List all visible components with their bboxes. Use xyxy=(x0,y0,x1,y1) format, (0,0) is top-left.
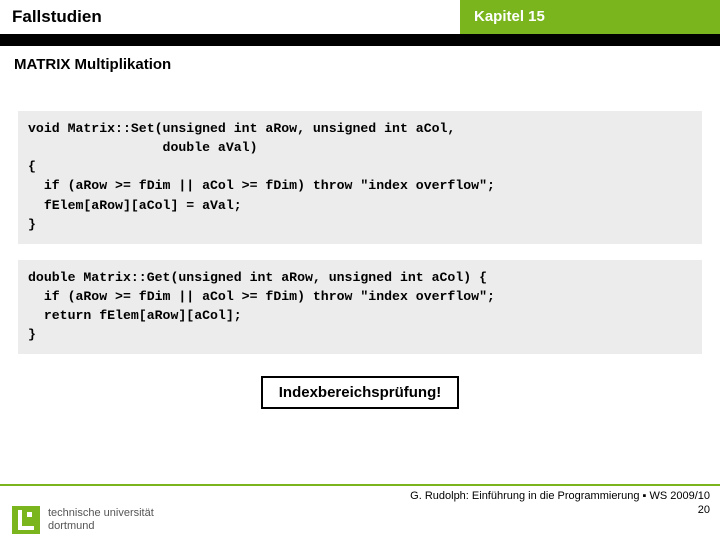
logo-text-line1: technische universität xyxy=(48,507,154,520)
callout-box: Indexbereichsprüfung! xyxy=(261,376,460,409)
code-block-set: void Matrix::Set(unsigned int aRow, unsi… xyxy=(18,111,702,244)
slide-footer: technische universität dortmund G. Rudol… xyxy=(0,484,720,540)
university-logo: technische universität dortmund xyxy=(12,506,154,534)
slide-content: void Matrix::Set(unsigned int aRow, unsi… xyxy=(0,73,720,540)
footer-page-number: 20 xyxy=(698,504,710,516)
slide: Fallstudien Kapitel 15 MATRIX Multiplika… xyxy=(0,0,720,540)
header-divider-bar xyxy=(0,34,720,46)
footer-credit: G. Rudolph: Einführung in die Programmie… xyxy=(410,490,710,502)
logo-text-line2: dortmund xyxy=(48,520,154,533)
slide-subtitle: MATRIX Multiplikation xyxy=(0,46,720,73)
callout-row: Indexbereichsprüfung! xyxy=(18,376,702,409)
code-block-get: double Matrix::Get(unsigned int aRow, un… xyxy=(18,260,702,355)
university-logo-text: technische universität dortmund xyxy=(48,507,154,532)
header-left-title: Fallstudien xyxy=(0,0,460,34)
header-chapter-badge: Kapitel 15 xyxy=(460,0,720,34)
slide-header: Fallstudien Kapitel 15 xyxy=(0,0,720,34)
tu-logo-icon xyxy=(12,506,40,534)
